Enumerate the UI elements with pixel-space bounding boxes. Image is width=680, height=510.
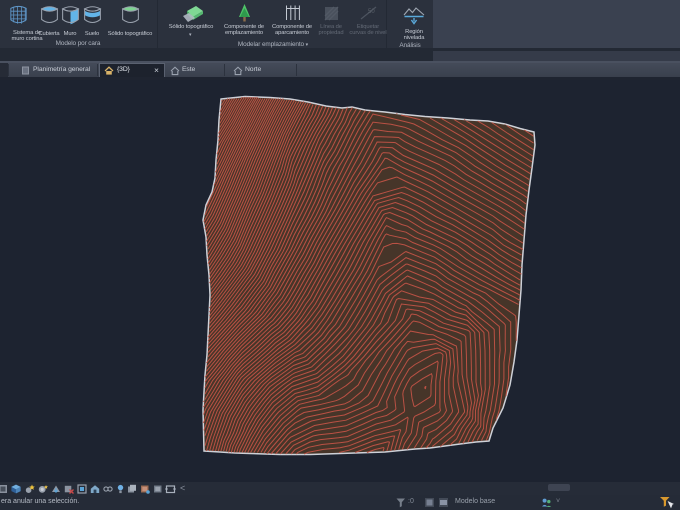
- svg-text:50: 50: [368, 9, 375, 15]
